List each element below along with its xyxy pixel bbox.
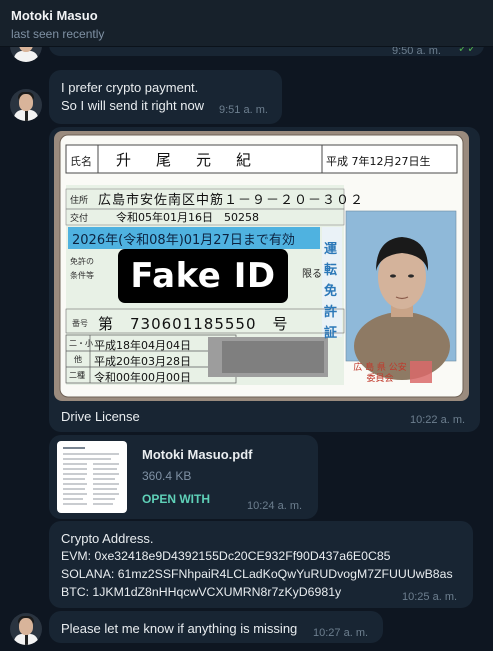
card-conditions-label: 免許の条件等 bbox=[70, 257, 94, 280]
card-issue: 令和05年01月16日 50258 bbox=[116, 211, 259, 224]
message-time: 10:24 a. m. bbox=[247, 500, 303, 512]
avatar[interactable] bbox=[10, 613, 42, 645]
btc-address: BTC: 1JKM1dZ8nHHqcwVCXUMRN8r7zKyD6981y bbox=[61, 585, 342, 599]
solana-address: SOLANA: 61mz2SSFNhpaiR4LCLadKoQwYuRUDvog… bbox=[61, 567, 453, 581]
message-time: 10:25 a. m. bbox=[402, 591, 458, 603]
message-time: 10:22 a. m. bbox=[410, 414, 466, 426]
card-name: 升 尾 元 紀 bbox=[116, 151, 257, 169]
message-text: Crypto Address. bbox=[61, 531, 154, 546]
evm-address: EVM: 0xe32418e9D4392155Dc20CE932Ff90D437… bbox=[61, 549, 391, 563]
card-side-text: 運転免許証 bbox=[324, 242, 338, 341]
message-text: Please let me know if anything is missin… bbox=[61, 621, 298, 636]
file-size: 360.4 KB bbox=[142, 469, 192, 483]
card-issue-label: 交付 bbox=[70, 214, 89, 224]
card-number-label: 番号 bbox=[72, 319, 88, 328]
card-history-label: 二種 bbox=[69, 371, 85, 380]
card-conditions: 限る bbox=[302, 269, 322, 280]
message-time: 9:51 a. m. bbox=[219, 104, 268, 116]
card-name-label: 氏名 bbox=[70, 155, 92, 168]
message-bubble[interactable]: Crypto Address. EVM: 0xe32418e9D4392155D… bbox=[49, 521, 473, 608]
card-history: 令和00年00月00日 bbox=[94, 371, 191, 384]
message-bubble[interactable]: Please let me know if anything is missin… bbox=[49, 611, 383, 643]
card-history-label: 他 bbox=[74, 355, 82, 364]
card-history-label: 二・小 bbox=[69, 339, 93, 348]
card-number: 第 730601185550 号 bbox=[98, 315, 289, 333]
photo-caption: Drive License bbox=[61, 409, 140, 424]
file-name[interactable]: Motoki Masuo.pdf bbox=[142, 447, 253, 462]
message-bubble[interactable]: I prefer crypto payment. So I will send … bbox=[49, 70, 282, 124]
contact-status: last seen recently bbox=[11, 27, 105, 41]
contact-name[interactable]: Motoki Masuo bbox=[11, 8, 98, 23]
message-time: 10:27 a. m. bbox=[313, 627, 369, 639]
card-history: 平成20年03月28日 bbox=[94, 355, 191, 368]
card-birth: 平成 7年12月27日生 bbox=[326, 155, 431, 168]
pdf-thumbnail[interactable] bbox=[57, 441, 127, 513]
avatar[interactable] bbox=[10, 89, 42, 121]
card-address: 広島市安佐南区中筋１－９－２０－３０２ bbox=[98, 193, 365, 208]
fake-id-overlay: Fake ID bbox=[118, 249, 288, 303]
message-text: I prefer crypto payment. bbox=[61, 80, 199, 95]
card-address-label: 住所 bbox=[70, 196, 89, 206]
open-with-button[interactable]: OPEN WITH bbox=[142, 492, 210, 506]
card-expiry: 2026年(令和08年)01月27日まで有効 bbox=[72, 233, 295, 248]
card-authority: 広 島 県 公安委員会 bbox=[353, 363, 407, 384]
card-history: 平成18年04月04日 bbox=[94, 339, 191, 352]
message-text: So I will send it right now bbox=[61, 98, 205, 113]
chat-header[interactable]: Motoki Masuo last seen recently bbox=[0, 0, 493, 47]
